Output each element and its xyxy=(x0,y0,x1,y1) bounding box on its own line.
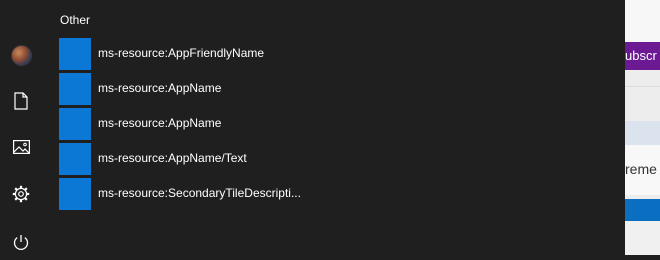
pictures-button[interactable] xyxy=(0,129,42,165)
app-list-item[interactable]: ms-resource:AppName xyxy=(42,72,625,107)
background-blue-bar xyxy=(625,199,660,221)
power-icon xyxy=(13,234,29,250)
background-header xyxy=(625,0,660,42)
documents-button[interactable] xyxy=(0,83,42,119)
app-tile-icon xyxy=(59,143,91,175)
group-header: Other xyxy=(60,13,91,27)
user-avatar xyxy=(10,44,32,66)
settings-button[interactable] xyxy=(0,176,42,212)
app-tile-icon xyxy=(59,108,91,140)
background-band xyxy=(625,121,660,145)
app-tile-icon xyxy=(59,73,91,105)
document-icon xyxy=(14,92,28,110)
app-list-item-label: ms-resource:SecondaryTileDescripti... xyxy=(98,186,301,200)
app-list-item-label: ms-resource:AppFriendlyName xyxy=(98,46,265,60)
pictures-icon xyxy=(12,140,30,154)
settings-icon xyxy=(12,185,30,203)
app-list-item[interactable]: ms-resource:AppName xyxy=(42,107,625,142)
background-lower xyxy=(625,221,660,255)
app-list-item-label: ms-resource:AppName xyxy=(98,116,222,130)
start-menu-panel: Other ms-resource:AppFriendlyName ms-res… xyxy=(42,0,625,255)
user-account-button[interactable] xyxy=(0,37,42,73)
start-rail xyxy=(0,0,42,255)
app-list-item-label: ms-resource:AppName xyxy=(98,81,222,95)
app-tile-icon xyxy=(59,38,91,70)
divider xyxy=(625,86,660,87)
background-app-window: ubscr reme xyxy=(625,0,660,255)
subscribe-button[interactable]: ubscr xyxy=(625,42,660,70)
app-list-item[interactable]: ms-resource:AppName/Text xyxy=(42,142,625,177)
background-text: reme xyxy=(625,161,657,177)
app-list-item[interactable]: ms-resource:SecondaryTileDescripti... xyxy=(42,177,625,212)
app-list-item-label: ms-resource:AppName/Text xyxy=(98,151,247,165)
app-tile-icon xyxy=(59,178,91,210)
app-list-item[interactable]: ms-resource:AppFriendlyName xyxy=(42,37,625,72)
